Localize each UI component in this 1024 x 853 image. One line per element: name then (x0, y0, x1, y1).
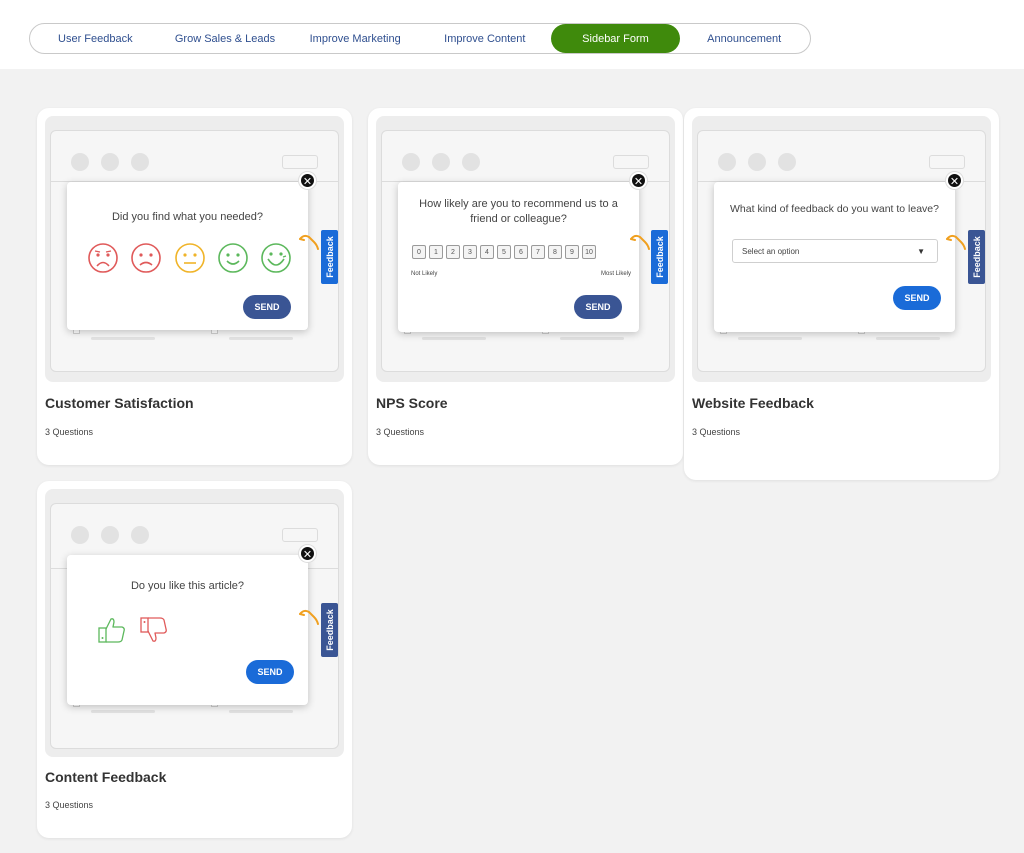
nps-low-label: Not Likely (411, 271, 438, 277)
card-title: Website Feedback (692, 395, 814, 411)
close-icon[interactable]: ✕ (299, 172, 316, 189)
caret-down-icon: ▼ (917, 247, 925, 256)
tab-improve-marketing[interactable]: Improve Marketing (291, 24, 419, 53)
template-preview: ✕ What kind of feedback do you want to l… (692, 116, 991, 382)
thumbs-down-icon[interactable] (139, 615, 169, 645)
nps-option[interactable]: 8 (548, 245, 562, 259)
card-question-count: 3 Questions (692, 427, 741, 437)
close-icon[interactable]: ✕ (630, 172, 647, 189)
tab-improve-content[interactable]: Improve Content (419, 24, 551, 53)
survey-question: How likely are you to recommend us to a … (419, 198, 618, 225)
nps-high-label: Most Likely (600, 271, 631, 277)
tab-user-feedback[interactable]: User Feedback (32, 24, 159, 53)
nps-option[interactable]: 5 (497, 245, 511, 259)
survey-question: What kind of feedback do you want to lea… (730, 203, 939, 215)
template-card-customer-satisfaction[interactable]: ✕ Did you find what you needed? SEND Fee… (37, 108, 352, 465)
very-sad-face-icon[interactable] (87, 242, 119, 274)
sad-face-icon[interactable] (130, 242, 162, 274)
top-bar: User Feedback Grow Sales & Leads Improve… (0, 0, 1024, 69)
nps-option[interactable]: 3 (463, 245, 477, 259)
survey-popup: ✕ Do you like this article? SEND (67, 545, 316, 705)
nps-scale: 0 1 2 3 4 5 6 7 8 9 10 (412, 245, 596, 259)
template-preview: ✕ How likely are you to recommend us to … (376, 116, 675, 382)
send-button[interactable]: SEND (246, 660, 294, 684)
thumbs-up-icon[interactable] (97, 615, 127, 645)
template-preview: ✕ Do you like this article? SEND Feedbac… (45, 489, 344, 757)
survey-popup: ✕ How likely are you to recommend us to … (398, 172, 647, 332)
card-question-count: 3 Questions (45, 800, 94, 810)
survey-question: Did you find what you needed? (111, 211, 264, 223)
pointing-hand-icon (299, 609, 319, 625)
neutral-face-icon[interactable] (174, 242, 206, 274)
pointing-hand-icon (630, 234, 650, 250)
feedback-sidebar-tab[interactable]: Feedback (321, 603, 338, 657)
survey-question: Do you like this article? (130, 580, 245, 592)
card-title: Content Feedback (45, 769, 167, 785)
nps-option[interactable]: 2 (446, 245, 460, 259)
template-card-nps-score[interactable]: ✕ How likely are you to recommend us to … (368, 108, 683, 465)
nps-option[interactable]: 4 (480, 245, 494, 259)
rating-faces (87, 242, 292, 274)
pointing-hand-icon (946, 234, 966, 250)
nps-option[interactable]: 7 (531, 245, 545, 259)
template-card-content-feedback[interactable]: ✕ Do you like this article? SEND Feedbac… (37, 481, 352, 838)
tab-grow-sales-leads[interactable]: Grow Sales & Leads (159, 24, 292, 53)
nps-option[interactable]: 10 (582, 245, 596, 259)
tab-announcement[interactable]: Announcement (680, 24, 808, 53)
tab-sidebar-form[interactable]: Sidebar Form (550, 24, 681, 53)
card-title: Customer Satisfaction (45, 395, 194, 411)
happy-face-icon[interactable] (217, 242, 249, 274)
send-button[interactable]: SEND (893, 286, 941, 310)
card-question-count: 3 Questions (45, 427, 94, 437)
nps-option[interactable]: 0 (412, 245, 426, 259)
card-title: NPS Score (376, 395, 448, 411)
template-card-website-feedback[interactable]: ✕ What kind of feedback do you want to l… (684, 108, 999, 480)
close-icon[interactable]: ✕ (946, 172, 963, 189)
survey-popup: ✕ What kind of feedback do you want to l… (714, 172, 963, 332)
send-button[interactable]: SEND (243, 295, 291, 319)
pointing-hand-icon (299, 234, 319, 250)
feedback-type-select[interactable]: Select an option ▼ (732, 239, 938, 263)
feedback-sidebar-tab[interactable]: Feedback (321, 230, 338, 284)
close-icon[interactable]: ✕ (299, 545, 316, 562)
feedback-sidebar-tab[interactable]: Feedback (968, 230, 985, 284)
thumbs-rating (97, 615, 169, 645)
nps-option[interactable]: 9 (565, 245, 579, 259)
nps-option[interactable]: 6 (514, 245, 528, 259)
card-question-count: 3 Questions (376, 427, 425, 437)
category-tabs: User Feedback Grow Sales & Leads Improve… (29, 23, 811, 54)
template-preview: ✕ Did you find what you needed? SEND Fee… (45, 116, 344, 382)
nps-option[interactable]: 1 (429, 245, 443, 259)
survey-popup: ✕ Did you find what you needed? SEND (67, 172, 316, 330)
feedback-sidebar-tab[interactable]: Feedback (651, 230, 668, 284)
very-happy-face-icon[interactable] (260, 242, 292, 274)
send-button[interactable]: SEND (574, 295, 622, 319)
